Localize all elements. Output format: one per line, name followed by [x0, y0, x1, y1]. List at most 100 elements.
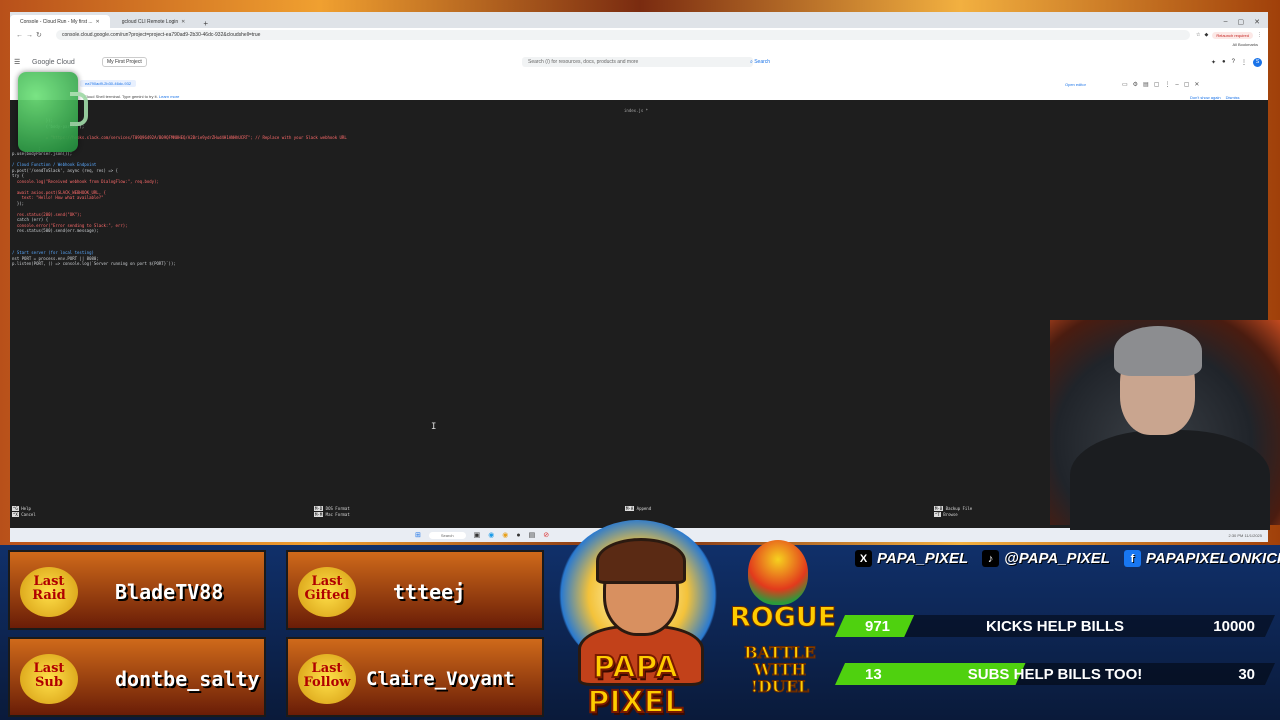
nano-backup: M-B Backup File — [934, 506, 972, 511]
relaunch-button[interactable]: Relaunch required — [1212, 31, 1253, 39]
start-icon[interactable]: ⊞ — [415, 531, 421, 539]
shortcut-label: Mac Format — [325, 512, 350, 517]
social-handle: PAPAPIXELONKICK — [1145, 550, 1280, 567]
dismiss-link[interactable]: Dismiss — [1226, 95, 1240, 100]
shortcut-key: M-D — [314, 506, 324, 511]
taskbar-search[interactable]: Search — [428, 531, 466, 539]
subs-goal-bar: 13 SUBS HELP BILLS TOO! 30 — [835, 663, 1275, 685]
shortcut-key: M-M — [314, 512, 324, 517]
close-icon[interactable]: ✕ — [181, 19, 185, 25]
last-raid-name: BladeTV88 — [115, 580, 224, 604]
nano-browse: ^T Browse — [934, 512, 958, 517]
goal-target: 30 — [1238, 665, 1255, 683]
files-icon[interactable]: ▣ — [474, 531, 481, 539]
text-cursor-icon: I — [431, 422, 437, 432]
minimize-icon[interactable]: – — [1224, 18, 1228, 25]
edge-icon[interactable]: ◉ — [488, 531, 494, 539]
shortcut-key: ^X — [12, 512, 19, 517]
goal-label: SUBS HELP BILLS TOO! — [967, 665, 1143, 683]
notifications-icon[interactable]: ● — [1222, 59, 1226, 65]
extension-icon[interactable]: ◆ — [1204, 32, 1208, 38]
system-clock[interactable]: 2:30 PM 11/1/2025 — [1228, 533, 1262, 538]
browser-tab-gcloud[interactable]: gcloud CLI Remote Login ✕ — [112, 15, 196, 28]
search-button-label: Search — [754, 59, 771, 65]
search-input[interactable]: Search (/) for resources, docs, products… — [522, 57, 753, 67]
last-follow-card: Last Follow Claire_Voyant — [286, 637, 544, 717]
logo-beanie — [596, 538, 686, 584]
url-input[interactable]: console.cloud.google.com/run?project=pro… — [56, 30, 1190, 40]
project-picker[interactable]: My First Project — [102, 57, 147, 67]
dont-show-link[interactable]: Don't show again — [1190, 95, 1221, 100]
goal-label: KICKS HELP BILLS — [985, 617, 1125, 635]
help-icon[interactable]: ? — [1232, 59, 1235, 65]
nano-help: ^G Help — [12, 506, 31, 511]
social-x: X PAPA_PIXEL — [855, 550, 968, 567]
x-icon: X — [855, 550, 872, 567]
search-placeholder: Search (/) for resources, docs, products… — [528, 59, 639, 65]
battle-line: !DUEL — [750, 677, 810, 696]
shortcut-label: DOS Format — [325, 506, 350, 511]
nav-buttons[interactable]: ←→↻ — [10, 31, 56, 39]
shortcut-key: M-B — [934, 506, 944, 511]
taskbar-apps: ⊞ Search ▣ ◉ ◉ ● ▤ ⊘ — [415, 531, 549, 539]
shell-session-tab[interactable]: ea790ad9-2b30-46dc-932 — [80, 80, 137, 87]
last-gifted-badge: Last Gifted — [298, 567, 356, 617]
address-right: ☆ ◆ Relaunch required ⋮ — [1190, 31, 1268, 39]
shell-toolbar-icons[interactable]: ▭⚙▤▢⋮–▢✕ — [1122, 81, 1204, 88]
cloud-shell-bar: ea790ad9-2b30-46dc-932 Cloud Shell termi… — [10, 74, 1268, 100]
streamer-body — [1070, 430, 1270, 530]
all-bookmarks[interactable]: All Bookmarks — [1232, 42, 1258, 47]
search-button[interactable]: ⌕ Search — [750, 59, 770, 65]
papa-pixel-logo: PAPA PIXEL — [548, 510, 723, 720]
mug-overlay-image — [18, 72, 88, 152]
open-editor-button[interactable]: Open editor — [1065, 82, 1086, 87]
shell-info: Cloud Shell terminal. Type gemini to try… — [84, 94, 179, 99]
tab-label: Console - Cloud Run - My first ... — [20, 18, 93, 25]
header-icons: ✦ ● ? ⋮ S — [1211, 57, 1268, 67]
social-handle: PAPA_PIXEL — [877, 550, 969, 567]
parrot-image — [748, 540, 808, 605]
address-bar-row: ←→↻ console.cloud.google.com/run?project… — [10, 28, 1268, 42]
battle-line: WITH — [753, 660, 807, 679]
last-sub-card: Last Sub dontbe_salty — [8, 637, 266, 717]
bookmarks-bar: All Bookmarks — [10, 42, 1268, 50]
battle-line: BATTLE — [744, 643, 817, 662]
close-window-icon[interactable]: ✕ — [1254, 18, 1260, 26]
avatar[interactable]: S — [1253, 57, 1262, 67]
social-handle: @PAPA_PIXEL — [1004, 550, 1110, 567]
social-tiktok: ♪ @PAPA_PIXEL — [982, 550, 1110, 567]
browser-tab-console[interactable]: Console - Cloud Run - My first ... ✕ — [10, 15, 110, 28]
shortcut-label: Help — [21, 506, 31, 511]
kicks-goal-bar: 971 KICKS HELP BILLS 10000 — [835, 615, 1275, 637]
obs-icon[interactable]: ● — [516, 532, 520, 539]
tab-label: gcloud CLI Remote Login — [121, 18, 179, 25]
learn-more-link[interactable]: Learn more — [159, 94, 179, 99]
rogue-promo: ROGUE BATTLE WITH !DUEL — [730, 540, 837, 720]
menu-dots-icon[interactable]: ⋮ — [1257, 32, 1262, 38]
browser-tab-bar: Console - Cloud Run - My first ... ✕ gcl… — [10, 12, 1268, 28]
webcam-feed — [1050, 320, 1280, 530]
gemini-icon[interactable]: ✦ — [1211, 59, 1216, 66]
shortcut-label: Cancel — [21, 512, 36, 517]
chrome-icon[interactable]: ◉ — [502, 531, 508, 539]
last-follow-name: Claire_Voyant — [366, 668, 515, 690]
logo-title: PAPA PIXEL — [587, 649, 685, 720]
terminal-icon[interactable]: ▤ — [529, 531, 536, 539]
last-sub-badge: Last Sub — [20, 654, 78, 704]
battle-text: BATTLE WITH !DUEL — [730, 643, 830, 696]
nano-dos: M-D DOS Format — [314, 506, 350, 511]
star-icon[interactable]: ☆ — [1196, 32, 1200, 38]
new-tab-icon[interactable]: + — [197, 19, 214, 28]
hamburger-icon[interactable]: ☰ — [10, 58, 24, 66]
gcp-header: ☰ Google Cloud My First Project Search (… — [10, 50, 1268, 75]
window-controls: – ▢ ✕ — [1224, 15, 1268, 28]
close-icon[interactable]: ✕ — [96, 19, 100, 25]
nano-cancel: ^X Cancel — [12, 512, 36, 517]
google-cloud-logo[interactable]: Google Cloud — [24, 59, 102, 66]
last-gifted-card: Last Gifted tttеej — [286, 550, 544, 630]
maximize-icon[interactable]: ▢ — [1238, 18, 1245, 26]
goal-target: 10000 — [1213, 617, 1255, 635]
shortcut-key: ^G — [12, 506, 19, 511]
more-icon[interactable]: ⋮ — [1241, 59, 1247, 66]
shell-info-text: Cloud Shell terminal. Type gemini to try… — [84, 94, 158, 99]
